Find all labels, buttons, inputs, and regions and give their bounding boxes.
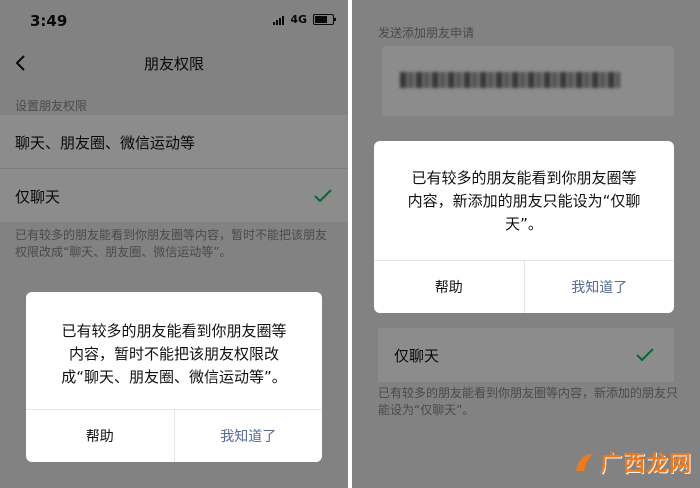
dialog-actions: 帮助 我知道了 bbox=[374, 260, 674, 313]
dialog-message-line: 已有较多的朋友能看到你朋友圈等 bbox=[61, 322, 287, 340]
dialog-message-line: 成“聊天、朋友圈、微信运动等”。 bbox=[61, 368, 287, 386]
dialog-message-line: 天”。 bbox=[505, 215, 543, 233]
dialog-actions: 帮助 我知道了 bbox=[26, 409, 322, 462]
dialog-message-line: 内容，新添加的朋友只能设为“仅聊 bbox=[407, 192, 641, 210]
help-button[interactable]: 帮助 bbox=[26, 410, 174, 462]
dialog-message: 已有较多的朋友能看到你朋友圈等 内容，暂时不能把该朋友权限改 成“聊天、朋友圈、… bbox=[26, 320, 322, 389]
dialog-message-line: 已有较多的朋友能看到你朋友圈等 bbox=[411, 169, 637, 187]
right-screen: 发送添加朋友申请 仅聊天 已有较多的朋友能看到你朋友圈等内容，新添加的朋友只能设… bbox=[352, 0, 700, 488]
watermark-text: 广西龙网 bbox=[599, 451, 692, 477]
dialog-message-line: 内容，暂时不能把该朋友权限改 bbox=[68, 345, 279, 363]
ok-button[interactable]: 我知道了 bbox=[523, 261, 675, 313]
left-screen: 3:49 4G 朋友权限 设置朋友权限 聊天、朋友圈、微信运动等 仅聊天 已有较… bbox=[0, 0, 348, 488]
watermark-logo: 广西龙网 bbox=[572, 446, 692, 478]
dialog-message: 已有较多的朋友能看到你朋友圈等 内容，新添加的朋友只能设为“仅聊 天”。 bbox=[374, 167, 674, 236]
watermark-mark-icon bbox=[575, 453, 594, 471]
ok-button[interactable]: 我知道了 bbox=[173, 410, 323, 462]
alert-dialog: 已有较多的朋友能看到你朋友圈等 内容，暂时不能把该朋友权限改 成“聊天、朋友圈、… bbox=[26, 292, 322, 462]
alert-dialog: 已有较多的朋友能看到你朋友圈等 内容，新添加的朋友只能设为“仅聊 天”。 帮助 … bbox=[374, 141, 674, 313]
help-button[interactable]: 帮助 bbox=[374, 261, 524, 313]
